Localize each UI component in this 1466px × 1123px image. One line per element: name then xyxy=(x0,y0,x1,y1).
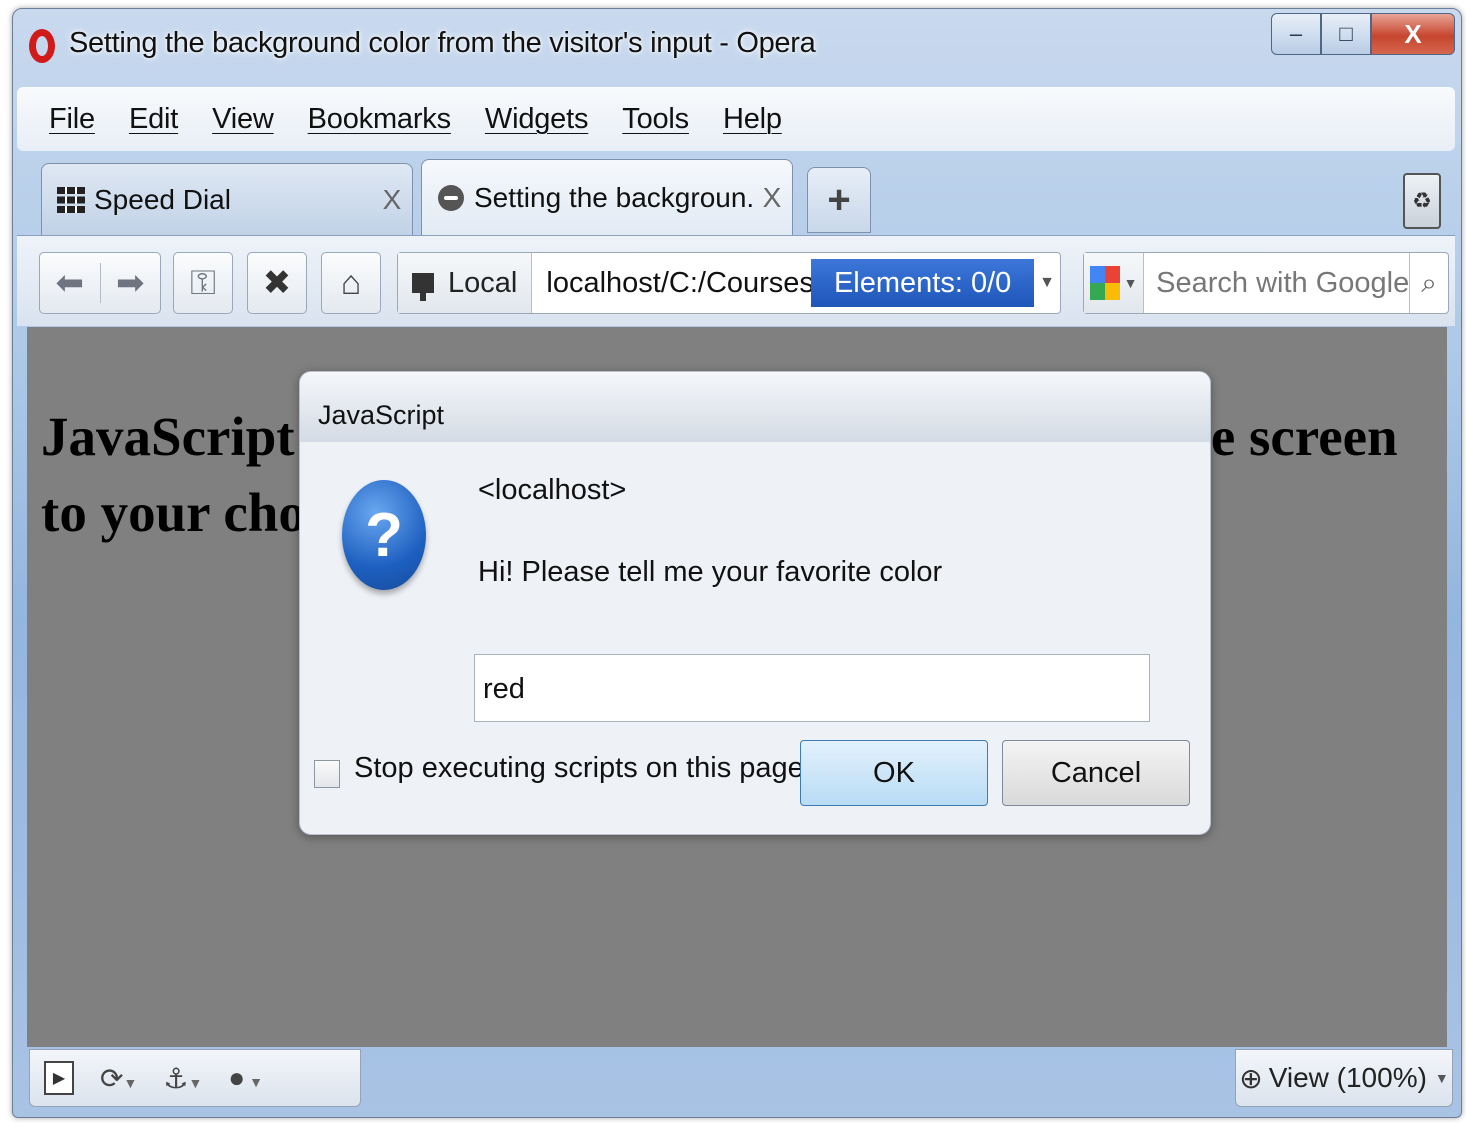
page-icon xyxy=(436,183,466,213)
menu-widgets[interactable]: Widgets xyxy=(485,103,589,136)
maximize-button[interactable]: □ xyxy=(1321,13,1371,55)
search-box[interactable]: ▼ Search with Google ⌕ xyxy=(1083,252,1449,314)
tab-speed-dial[interactable]: Speed Dial X xyxy=(41,163,413,235)
tab-current-page[interactable]: Setting the backgroun... X xyxy=(421,159,793,235)
unite-icon[interactable]: ⚓▼ xyxy=(163,1062,202,1095)
home-icon[interactable]: ⌂ xyxy=(321,252,381,314)
new-tab-button[interactable]: + xyxy=(807,167,871,233)
google-logo-icon xyxy=(1089,266,1120,300)
address-dropdown-icon[interactable]: ▼ xyxy=(1034,274,1060,292)
back-arrow-icon[interactable]: ⬅ xyxy=(40,263,100,303)
menu-tools[interactable]: Tools xyxy=(622,103,689,136)
stop-scripts-label[interactable]: Stop executing scripts on this page xyxy=(354,752,804,785)
status-bar: ▶ ⟳▼ ⚓▼ ● ▼ ⊕ View (100%) ▼ xyxy=(13,1047,1461,1117)
tab-close-icon[interactable]: X xyxy=(372,184,412,216)
prompt-input[interactable]: red xyxy=(474,654,1150,722)
tab-label: Setting the backgroun... xyxy=(474,181,752,213)
menu-view[interactable]: View xyxy=(212,103,274,136)
speed-dial-grid-icon xyxy=(56,185,86,215)
forward-arrow-icon[interactable]: ➡ xyxy=(99,263,161,303)
key-icon[interactable]: ⚿ xyxy=(173,252,233,314)
back-forward-group: ⬅ ➡ xyxy=(39,252,161,314)
tab-bar: Speed Dial X Setting the backgroun... X … xyxy=(13,159,1461,239)
stop-icon[interactable]: ✖ xyxy=(247,252,307,314)
opera-logo-icon xyxy=(29,29,55,63)
title-bar: Setting the background color from the vi… xyxy=(13,9,1461,85)
search-input[interactable]: Search with Google xyxy=(1156,267,1409,300)
site-info-zone[interactable]: Local xyxy=(398,253,533,313)
menu-edit[interactable]: Edit xyxy=(129,103,178,136)
menu-file[interactable]: File xyxy=(49,103,95,136)
window-controls: ‒ □ X xyxy=(1271,13,1455,59)
turbo-icon[interactable]: ● ▼ xyxy=(228,1062,263,1094)
dialog-title: JavaScript xyxy=(300,372,1210,442)
zoom-control[interactable]: ⊕ View (100%) ▼ xyxy=(1235,1049,1453,1107)
zoom-dropdown-icon: ▼ xyxy=(1434,1070,1449,1086)
engine-dropdown-icon: ▼ xyxy=(1123,275,1138,291)
close-window-button[interactable]: X xyxy=(1371,13,1455,55)
search-engine-selector[interactable]: ▼ xyxy=(1084,253,1145,313)
sync-icon[interactable]: ⟳▼ xyxy=(100,1062,137,1095)
zoom-label: View (100%) xyxy=(1268,1062,1427,1093)
javascript-prompt-dialog: JavaScript ? <localhost> Hi! Please tell… xyxy=(299,371,1211,835)
elements-badge[interactable]: Elements: 0/0 xyxy=(811,259,1035,307)
menu-bookmarks[interactable]: Bookmarks xyxy=(308,103,451,136)
stop-scripts-checkbox[interactable] xyxy=(314,760,340,788)
tab-label: Speed Dial xyxy=(94,183,231,215)
menu-help[interactable]: Help xyxy=(723,103,782,136)
dialog-origin: <localhost> xyxy=(478,474,627,506)
dialog-message: Hi! Please tell me your favorite color xyxy=(478,556,943,588)
tab-close-icon[interactable]: X xyxy=(752,182,792,214)
menu-bar: File Edit View Bookmarks Widgets Tools H… xyxy=(17,87,1455,151)
status-left-group: ▶ ⟳▼ ⚓▼ ● ▼ xyxy=(29,1049,361,1107)
panel-toggle-icon[interactable]: ▶ xyxy=(44,1061,74,1095)
page-content: JavaScript will change the background co… xyxy=(27,327,1447,1047)
zoom-magnifier-icon: ⊕ xyxy=(1239,1062,1263,1094)
browser-window: Setting the background color from the vi… xyxy=(12,8,1462,1118)
address-bar[interactable]: Local localhost/C:/Courses/C Elements: 0… xyxy=(397,252,1061,314)
minimize-button[interactable]: ‒ xyxy=(1271,13,1321,55)
trash-can-icon[interactable]: ♻ xyxy=(1403,173,1441,229)
monitor-icon xyxy=(412,273,434,301)
question-icon: ? xyxy=(342,480,426,590)
address-url[interactable]: localhost/C:/Courses/C xyxy=(546,267,811,300)
navigation-toolbar: ⬅ ➡ ⚿ ✖ ⌂ Local localhost/C:/Courses/C E… xyxy=(17,235,1455,326)
cancel-button[interactable]: Cancel xyxy=(1002,740,1190,806)
ok-button[interactable]: OK xyxy=(800,740,988,806)
search-icon[interactable]: ⌕ xyxy=(1409,253,1448,313)
zone-label: Local xyxy=(448,266,518,299)
window-title: Setting the background color from the vi… xyxy=(69,27,816,59)
